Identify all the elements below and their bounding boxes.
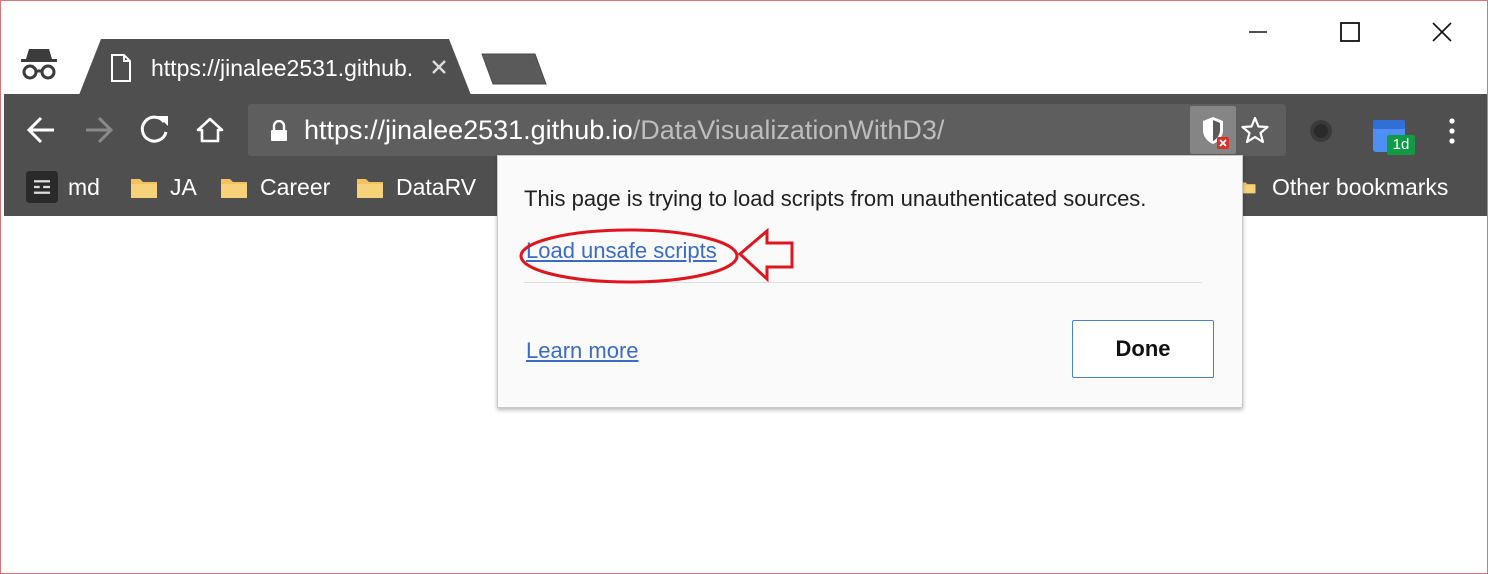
url-path: /DataVisualizationWithD3/: [632, 115, 945, 145]
shield-icon: [1203, 117, 1229, 149]
lock-icon[interactable]: [270, 120, 288, 142]
extension-icon[interactable]: [1306, 116, 1336, 146]
divider: [524, 282, 1202, 283]
url-text[interactable]: https://jinalee2531.github.io/DataVisual…: [304, 113, 944, 147]
omnibox[interactable]: https://jinalee2531.github.io/DataVisual…: [248, 104, 1286, 156]
tab-title: https://jinalee2531.github.io/DataVisual…: [151, 55, 413, 81]
tab-close-icon[interactable]: [429, 57, 449, 77]
done-button[interactable]: Done: [1072, 320, 1214, 378]
home-button[interactable]: [190, 110, 230, 150]
incognito-icon: [21, 49, 57, 80]
blocked-scripts-button[interactable]: [1190, 106, 1236, 154]
bookmark-md[interactable]: md: [26, 171, 100, 203]
bookmark-folder-ja[interactable]: JA: [130, 171, 197, 203]
bookmark-label: DataRV: [396, 173, 477, 200]
bookmark-label: JA: [170, 173, 197, 200]
bookmark-folder-career[interactable]: Career: [220, 171, 330, 203]
folder-icon: [221, 179, 247, 198]
title-bar: https://jinalee2531.github.io/DataVisual…: [1, 1, 1487, 95]
back-button[interactable]: [22, 110, 62, 150]
page-icon: [111, 54, 131, 82]
md-app-icon: [26, 171, 58, 203]
tab-active[interactable]: https://jinalee2531.github.io/DataVisual…: [79, 39, 471, 95]
other-bookmarks-label: Other bookmarks: [1272, 173, 1449, 200]
new-tab-button[interactable]: [479, 53, 549, 85]
bookmark-label: md: [68, 173, 100, 200]
browser-window: https://jinalee2531.github.io/DataVisual…: [0, 0, 1488, 574]
bookmark-label: Career: [260, 173, 331, 200]
load-unsafe-scripts-link[interactable]: Load unsafe scripts: [526, 238, 717, 264]
learn-more-link[interactable]: Learn more: [526, 338, 639, 364]
bookmark-folder-datarv[interactable]: DataRV: [356, 171, 476, 203]
bookmark-star-icon[interactable]: [1241, 116, 1269, 144]
forward-button[interactable]: [78, 110, 118, 150]
folder-icon: [131, 179, 157, 198]
other-bookmarks[interactable]: Other bookmarks: [1240, 171, 1448, 203]
url-host: https://jinalee2531.github.io: [304, 115, 633, 145]
blocked-scripts-bubble: This page is trying to load scripts from…: [497, 155, 1243, 408]
menu-icon[interactable]: [1440, 114, 1464, 148]
bubble-message: This page is trying to load scripts from…: [524, 186, 1147, 211]
reload-button[interactable]: [134, 110, 174, 150]
extension-badge: 1d: [1387, 135, 1415, 155]
maximize-button[interactable]: [1327, 15, 1373, 51]
calendar-extension-button[interactable]: 1d: [1368, 112, 1416, 160]
folder-icon: [357, 179, 383, 198]
close-window-button[interactable]: [1419, 15, 1465, 51]
minimize-button[interactable]: [1235, 15, 1281, 51]
